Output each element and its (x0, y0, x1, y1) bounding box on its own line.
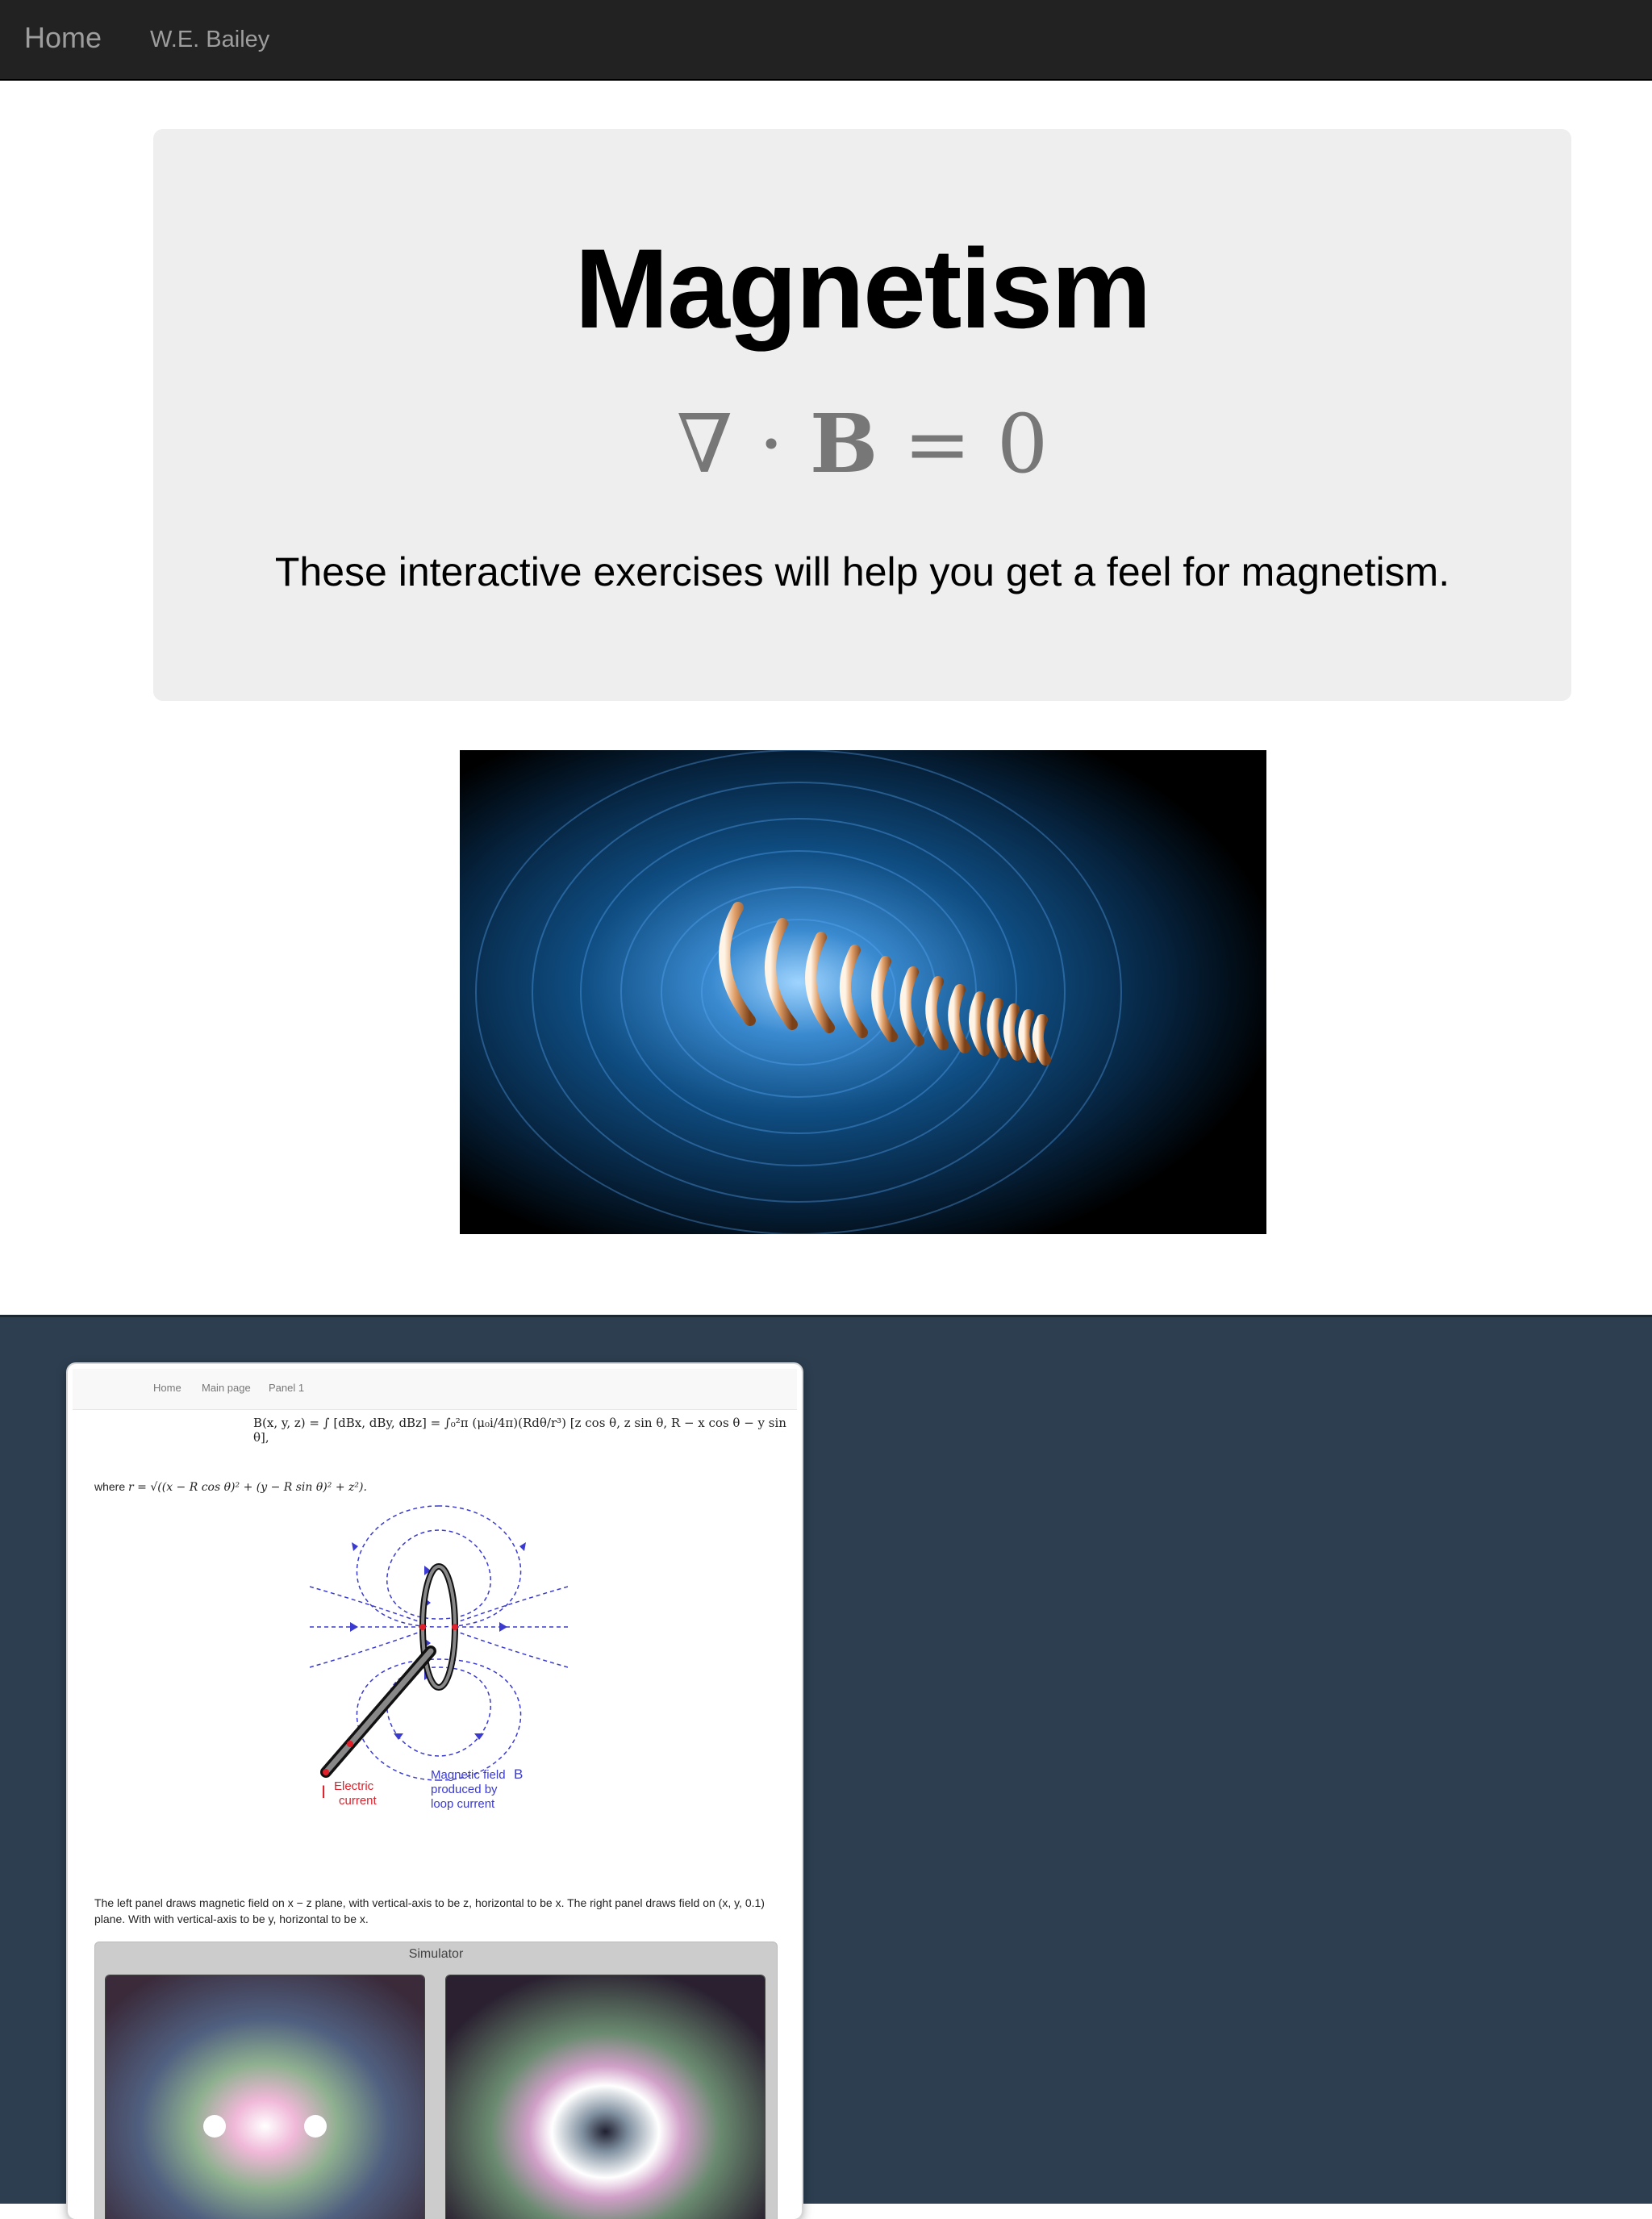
simulator-title: Simulator (408, 1947, 464, 1961)
xy-field-heatmap (446, 1975, 765, 2219)
loop-current-diagram: I Electric current Magnetic field B prod… (310, 1505, 568, 1811)
equation-rest: = 0 (878, 397, 1049, 491)
biot-savart-formula: B(x, y, z) = ∫ [dBx, dBy, dBz] = ∫₀²π (μ… (253, 1416, 786, 1445)
where-prefix: where (94, 1480, 129, 1493)
card-nav-panel-1[interactable]: Panel 1 (269, 1382, 304, 1394)
hero-lead-text: These interactive exercises will help yo… (274, 549, 1450, 594)
field-label-2: produced by (431, 1783, 498, 1796)
radius-formula: r = √((x − R cos θ)² + (y − R sin θ)² + … (128, 1481, 367, 1494)
current-symbol: I (321, 1782, 326, 1802)
card-nav-home[interactable]: Home (153, 1382, 181, 1394)
field-symbol: B (514, 1766, 523, 1782)
xy-plane-canvas[interactable] (445, 1975, 766, 2219)
xz-plane-canvas[interactable] (105, 1975, 425, 2219)
top-navbar: Home W.E. Bailey (0, 0, 1652, 81)
card-nav-main-page[interactable]: Main page (202, 1382, 251, 1394)
radius-definition: where r = √((x − R cos θ)² + (y − R sin … (94, 1480, 367, 1494)
nav-home-link[interactable]: Home (24, 21, 102, 55)
card-body: B(x, y, z) = ∫ [dBx, dBy, dBz] = ∫₀²π (μ… (68, 1409, 802, 2219)
current-label-2: current (339, 1794, 378, 1808)
panel-caption: The left panel draws magnetic field on x… (94, 1896, 765, 1925)
solenoid-field-illustration (460, 750, 1266, 1234)
lower-preview-section: Home Main page Panel 1 B(x, y, z) = ∫ [d… (0, 1315, 1652, 2219)
equation-nabla: ∇ (676, 397, 733, 491)
card-navbar: Home Main page Panel 1 (73, 1369, 797, 1410)
panel-preview-card[interactable]: Home Main page Panel 1 B(x, y, z) = ∫ [d… (68, 1364, 802, 2219)
current-label-1: Electric (334, 1779, 374, 1793)
solenoid-field-image (460, 750, 1266, 1234)
field-label-3: loop current (431, 1797, 495, 1811)
equation-b: B (809, 396, 878, 491)
simulator-panel: Simulator (94, 1942, 778, 2219)
xz-field-heatmap (106, 1975, 424, 2219)
gauss-law-equation: ∇ · B = 0 (153, 403, 1571, 485)
hero-jumbotron: Magnetism ∇ · B = 0 These interactive ex… (153, 129, 1571, 701)
nav-author-link[interactable]: W.E. Bailey (150, 27, 269, 53)
equation-dot: · (732, 397, 810, 491)
field-label-1: Magnetic field (431, 1768, 506, 1782)
page-title: Magnetism (574, 225, 1151, 352)
